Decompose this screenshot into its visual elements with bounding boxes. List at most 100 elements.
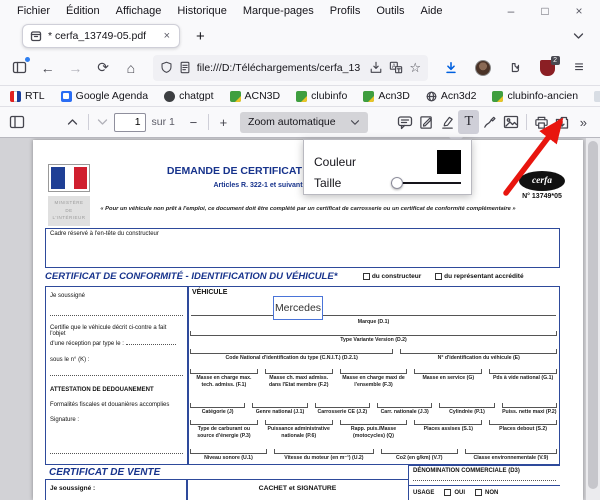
field-line[interactable] [465,449,557,454]
comment-tool-button[interactable] [395,110,416,134]
download-save-button[interactable] [552,110,573,134]
field-line[interactable] [252,403,307,408]
sidebar-toggle-button[interactable] [8,55,32,81]
downloads-button[interactable] [438,55,464,81]
field-line[interactable] [190,349,393,354]
fill-line[interactable] [50,453,183,454]
signature-tool-button[interactable] [416,110,437,134]
back-button[interactable]: ← [36,55,60,81]
save-page-icon[interactable] [369,61,383,74]
app-menu-button[interactable]: ≡ [566,55,592,81]
toolbar-overflow-button[interactable]: » [573,110,594,134]
menu-historique[interactable]: Historique [170,3,234,19]
field-line[interactable] [190,420,258,425]
field-line[interactable] [190,369,258,374]
extensions-button[interactable] [502,55,528,81]
color-swatch[interactable] [437,150,461,174]
bookmark-google-agenda[interactable]: Google Agenda [61,90,148,102]
field-line[interactable] [265,420,333,425]
formalites-label: Formalités fiscales et douanières accomp… [50,402,183,408]
list-all-tabs-button[interactable] [573,27,592,45]
bookmark-star-icon[interactable]: ☆ [409,60,421,76]
next-page-button[interactable] [92,110,113,134]
menu-profils[interactable]: Profils [323,3,368,19]
vertical-scrollbar[interactable] [586,138,600,500]
zoom-in-button[interactable]: + [213,110,234,134]
field-line[interactable] [340,369,408,374]
add-image-tool-button[interactable] [500,110,521,134]
field-line[interactable] [377,403,432,408]
field-line[interactable] [190,403,245,408]
field-line[interactable] [414,369,482,374]
url-text[interactable]: file:///D:/Téléchargements/cerfa_13 [197,62,364,74]
bookmark-acn3d-2[interactable]: Acn3D [363,90,410,102]
tab-cerfa-pdf[interactable]: * cerfa_13749-05.pdf × [22,24,180,48]
home-button[interactable]: ⌂ [119,55,143,81]
field-line[interactable] [340,420,408,425]
menu-affichage[interactable]: Affichage [109,3,169,19]
adblock-extension-button[interactable]: 2 [534,55,560,81]
fill-line[interactable] [50,375,183,376]
field-line[interactable] [439,403,494,408]
menu-aide[interactable]: Aide [413,3,449,19]
account-button[interactable] [470,55,496,81]
field-line[interactable] [190,449,267,454]
field-line[interactable] [414,420,482,425]
field-line[interactable] [381,449,458,454]
page-info-icon[interactable] [179,61,191,74]
size-slider[interactable] [391,177,461,189]
slider-thumb[interactable] [391,177,403,189]
tab-title: * cerfa_13749-05.pdf [48,30,156,42]
menu-outils[interactable]: Outils [369,3,411,19]
field-line[interactable] [489,369,557,374]
window-close-button[interactable]: × [564,4,594,18]
field-line[interactable] [315,403,370,408]
bookmark-chatgpt[interactable]: chatgpt [164,90,213,102]
fill-line[interactable] [50,315,183,316]
usage-non-checkbox[interactable] [475,489,482,496]
field-line[interactable] [502,403,557,408]
field-line[interactable] [274,449,374,454]
pdf-sidebar-toggle-button[interactable] [6,110,27,134]
bookmark-clubinfo[interactable]: clubinfo [296,90,347,102]
bookmark-clubinfo-ancien[interactable]: clubinfo-ancien [492,90,578,102]
url-bar[interactable]: file:///D:/Téléchargements/cerfa_13 A ☆ [153,55,428,81]
reload-button[interactable]: ⟳ [91,55,115,81]
previous-page-button[interactable] [62,110,83,134]
draw-tool-button[interactable] [479,110,500,134]
field-line[interactable] [190,331,557,336]
text-annotation-mercedes[interactable]: Mercedes [273,296,323,320]
text-tool-button[interactable]: T [458,110,479,134]
forward-button[interactable]: → [64,55,88,81]
representant-checkbox[interactable] [435,273,442,280]
translate-icon[interactable]: A [389,61,403,74]
tab-close-icon[interactable]: × [162,30,172,42]
zoom-out-button[interactable]: − [183,110,204,134]
field-line[interactable] [265,369,333,374]
new-tab-button[interactable]: + [190,28,211,45]
constructeur-checkbox[interactable] [363,273,370,280]
window-maximize-button[interactable]: □ [530,4,560,18]
menu-edition[interactable]: Édition [59,3,107,19]
zoom-mode-select[interactable]: Zoom automatique [240,112,368,133]
shield-permissions-icon[interactable] [160,61,173,74]
field-line[interactable] [400,349,557,354]
vente-je-soussigne-label: Je soussigné : [50,485,95,492]
highlight-tool-button[interactable] [437,110,458,134]
print-button[interactable] [530,110,551,134]
fill-line[interactable] [126,344,176,345]
bookmark-pypi[interactable]: pypi [594,90,600,102]
marque-field-line[interactable] [191,315,556,316]
scrollbar-thumb[interactable] [588,141,598,489]
pdf-viewport[interactable]: MINISTÈREDEL'INTÉRIEUR DEMANDE DE CERTIF… [0,138,600,500]
fill-line[interactable] [413,480,556,481]
bookmark-acn3d[interactable]: ACN3D [230,90,281,102]
bookmark-acn3d2[interactable]: Acn3d2 [426,90,477,102]
window-minimize-button[interactable]: – [496,4,526,18]
menu-marque-pages[interactable]: Marque-pages [236,3,321,19]
bookmark-rtl[interactable]: RTL [10,90,45,102]
field-line[interactable] [489,420,557,425]
menu-fichier[interactable]: Fichier [10,3,57,19]
usage-oui-checkbox[interactable] [444,489,451,496]
page-number-input[interactable] [114,113,146,132]
